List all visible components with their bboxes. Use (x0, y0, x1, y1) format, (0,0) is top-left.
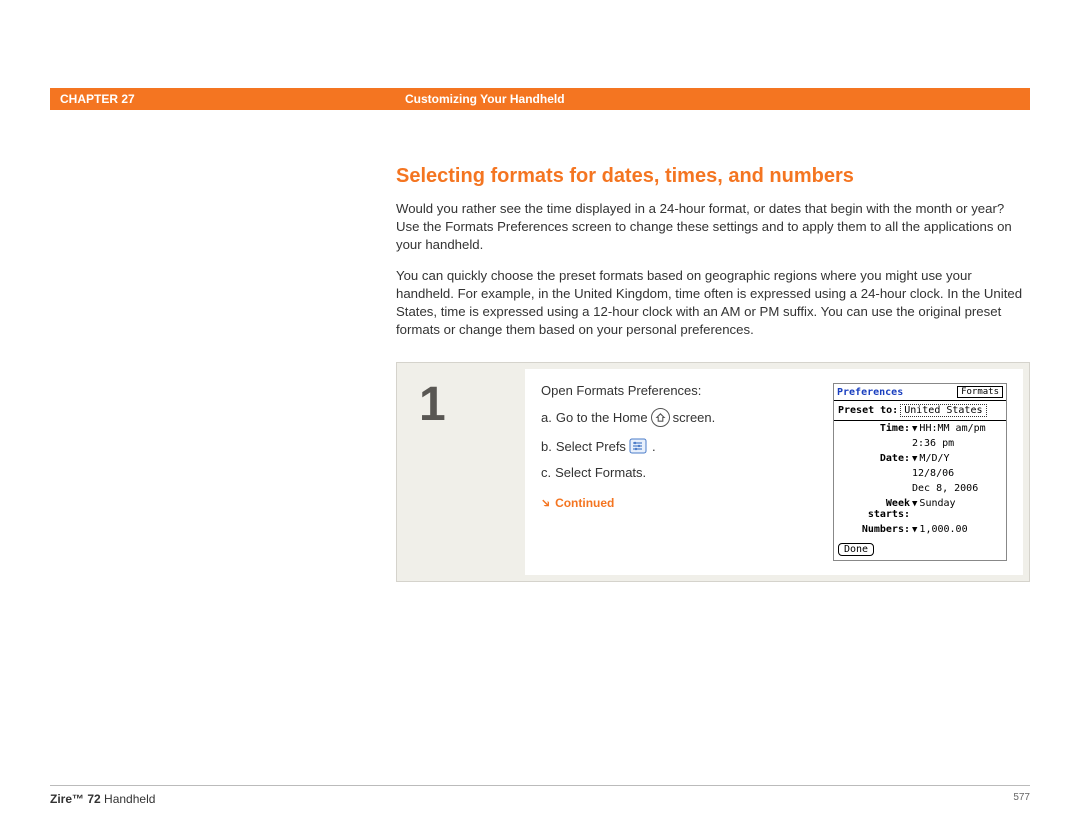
step-a-after: screen. (673, 410, 716, 425)
date-example1-row: 12/8/06 (834, 466, 1006, 481)
step-b-prefix: b. (541, 439, 552, 454)
dropdown-arrow-icon: ▼ (912, 525, 917, 535)
time-label: Time: (838, 423, 912, 434)
preset-row: Preset to: United States (834, 401, 1006, 421)
date-row: Date: ▼M/D/Y (834, 451, 1006, 466)
step-a-prefix: a. (541, 410, 552, 425)
step-b: b. Select Prefs . (541, 437, 813, 455)
home-icon (651, 408, 670, 427)
device-titlebar: Preferences Formats (834, 384, 1006, 401)
week-row: Week starts: ▼Sunday (834, 496, 1006, 522)
step-number: 1 (403, 369, 525, 575)
step-b-after: . (652, 439, 656, 454)
step-a: a. Go to the Home screen. (541, 408, 813, 427)
week-label: Week starts: (838, 498, 912, 520)
step-intro: Open Formats Preferences: (541, 383, 813, 398)
continued-arrow-icon: ➔ (538, 494, 555, 511)
date-example1: 12/8/06 (912, 468, 1002, 479)
device-tag: Formats (957, 386, 1003, 398)
prefs-icon (629, 437, 649, 455)
dropdown-arrow-icon: ▼ (912, 424, 917, 434)
step-a-before: Go to the Home (556, 410, 648, 425)
page-footer: Zire™ 72 Handheld 577 (50, 785, 1030, 806)
date-label: Date: (838, 453, 912, 464)
time-row: Time: ▼HH:MM am/pm (834, 421, 1006, 436)
numbers-row: Numbers: ▼1,000.00 (834, 522, 1006, 537)
dropdown-arrow-icon: ▼ (912, 499, 917, 509)
device-title: Preferences (837, 387, 903, 398)
paragraph-1: Would you rather see the time displayed … (396, 200, 1030, 253)
step-c: c. Select Formats. (541, 465, 813, 480)
main-content: Selecting formats for dates, times, and … (396, 165, 1030, 353)
date-example2-row: Dec 8, 2006 (834, 481, 1006, 496)
done-button: Done (838, 543, 874, 556)
time-example: 2:36 pm (912, 438, 1002, 449)
product-name: Zire™ 72 Handheld (50, 792, 155, 806)
instructions: Open Formats Preferences: a. Go to the H… (541, 383, 813, 561)
numbers-value: 1,000.00 (919, 524, 967, 535)
preset-label: Preset to: (838, 405, 898, 416)
step-c-prefix: c. (541, 465, 551, 480)
chapter-header: CHAPTER 27 Customizing Your Handheld (50, 88, 1030, 110)
chapter-label: CHAPTER 27 (50, 92, 190, 106)
preset-value: United States (900, 404, 986, 417)
section-title: Selecting formats for dates, times, and … (396, 165, 1030, 188)
continued-label: ➔Continued (541, 496, 813, 510)
date-example2: Dec 8, 2006 (912, 483, 1002, 494)
paragraph-2: You can quickly choose the preset format… (396, 267, 1030, 338)
dropdown-arrow-icon: ▼ (912, 454, 917, 464)
step-b-text: Select Prefs (556, 439, 626, 454)
time-value: HH:MM am/pm (919, 423, 985, 434)
date-value: M/D/Y (919, 453, 949, 464)
page-number: 577 (1013, 792, 1030, 806)
week-value: Sunday (919, 498, 955, 509)
time-example-row: 2:36 pm (834, 436, 1006, 451)
numbers-label: Numbers: (838, 524, 912, 535)
step-content: Open Formats Preferences: a. Go to the H… (525, 369, 1023, 575)
chapter-title: Customizing Your Handheld (190, 92, 565, 106)
device-screenshot: Preferences Formats Preset to: United St… (833, 383, 1007, 561)
step-c-text: Select Formats. (555, 465, 646, 480)
step-box: 1 Open Formats Preferences: a. Go to the… (396, 362, 1030, 582)
